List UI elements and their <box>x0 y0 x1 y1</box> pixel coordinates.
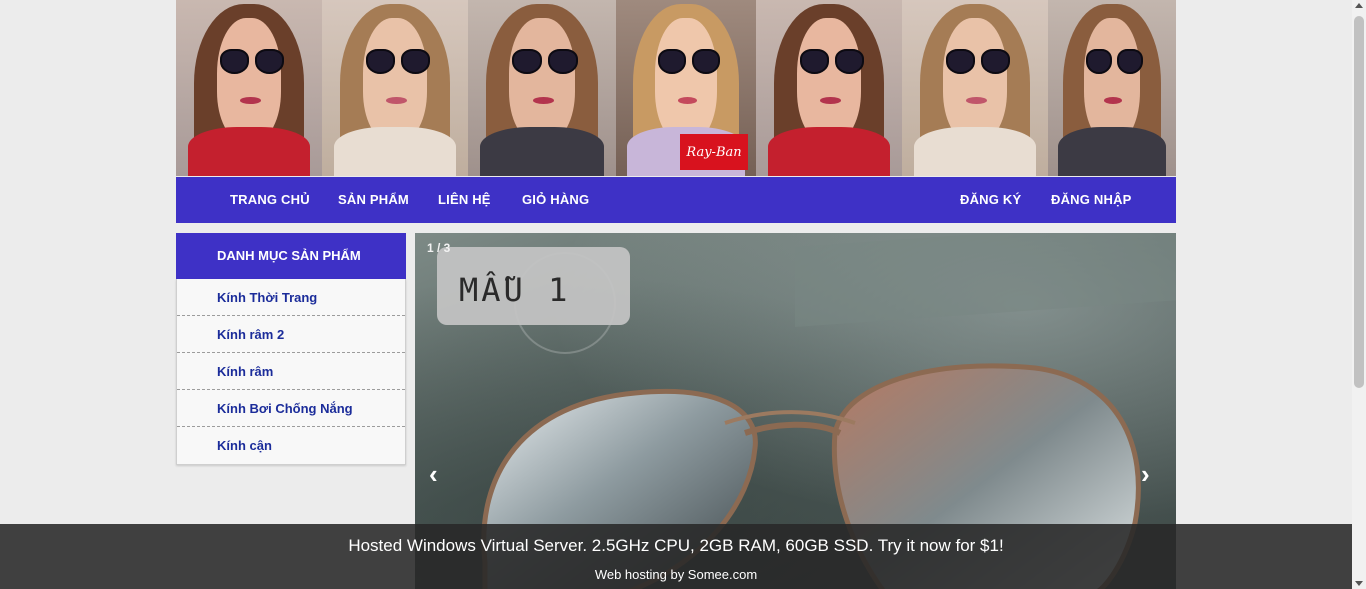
nav-cart[interactable]: GIỎ HÀNG <box>522 177 589 223</box>
banner-model-image: Ray-Ban <box>616 0 756 176</box>
scrollbar-thumb[interactable] <box>1354 16 1364 388</box>
nav-contact[interactable]: LIÊN HỆ <box>438 177 491 223</box>
category-sidebar: DANH MỤC SẢN PHẨM Kính Thời Trang Kính r… <box>176 233 406 465</box>
category-item[interactable]: Kính cận <box>177 427 405 464</box>
chevron-right-icon[interactable]: › <box>1141 461 1150 487</box>
category-list: Kính Thời Trang Kính râm 2 Kính râm Kính… <box>176 279 406 465</box>
banner-model-image <box>468 0 616 176</box>
category-item[interactable]: Kính Bơi Chống Nắng <box>177 390 405 427</box>
scroll-down-arrow-icon[interactable] <box>1355 581 1363 586</box>
chevron-left-icon[interactable]: ‹ <box>429 461 438 487</box>
hosting-ad-bar: Hosted Windows Virtual Server. 2.5GHz CP… <box>0 524 1352 589</box>
banner-model-image <box>322 0 468 176</box>
model-label: MẪU 1 <box>459 271 571 309</box>
nav-products[interactable]: SẢN PHẨM <box>338 177 409 223</box>
vertical-scrollbar[interactable] <box>1352 0 1366 589</box>
main-nav: TRANG CHỦ SẢN PHẨM LIÊN HỆ GIỎ HÀNG ĐĂNG… <box>176 177 1176 223</box>
category-item[interactable]: Kính râm <box>177 353 405 390</box>
nav-home[interactable]: TRANG CHỦ <box>230 177 310 223</box>
category-item[interactable]: Kính Thời Trang <box>177 279 405 316</box>
hosting-credit[interactable]: Web hosting by Somee.com <box>0 567 1352 582</box>
scroll-up-arrow-icon[interactable] <box>1355 3 1363 8</box>
brand-logo: Ray-Ban <box>680 134 748 170</box>
category-title: DANH MỤC SẢN PHẨM <box>176 233 406 279</box>
slide-counter: 1 / 3 <box>427 241 451 255</box>
hosting-ad-text[interactable]: Hosted Windows Virtual Server. 2.5GHz CP… <box>0 536 1352 556</box>
nav-login[interactable]: ĐĂNG NHẬP <box>1051 177 1132 223</box>
banner-model-image <box>902 0 1048 176</box>
nav-register[interactable]: ĐĂNG KÝ <box>960 177 1021 223</box>
banner-model-image <box>1048 0 1176 176</box>
banner-model-image <box>756 0 902 176</box>
banner-model-image <box>176 0 322 176</box>
category-item[interactable]: Kính râm 2 <box>177 316 405 353</box>
header-banner: Ray-Ban <box>176 0 1176 176</box>
